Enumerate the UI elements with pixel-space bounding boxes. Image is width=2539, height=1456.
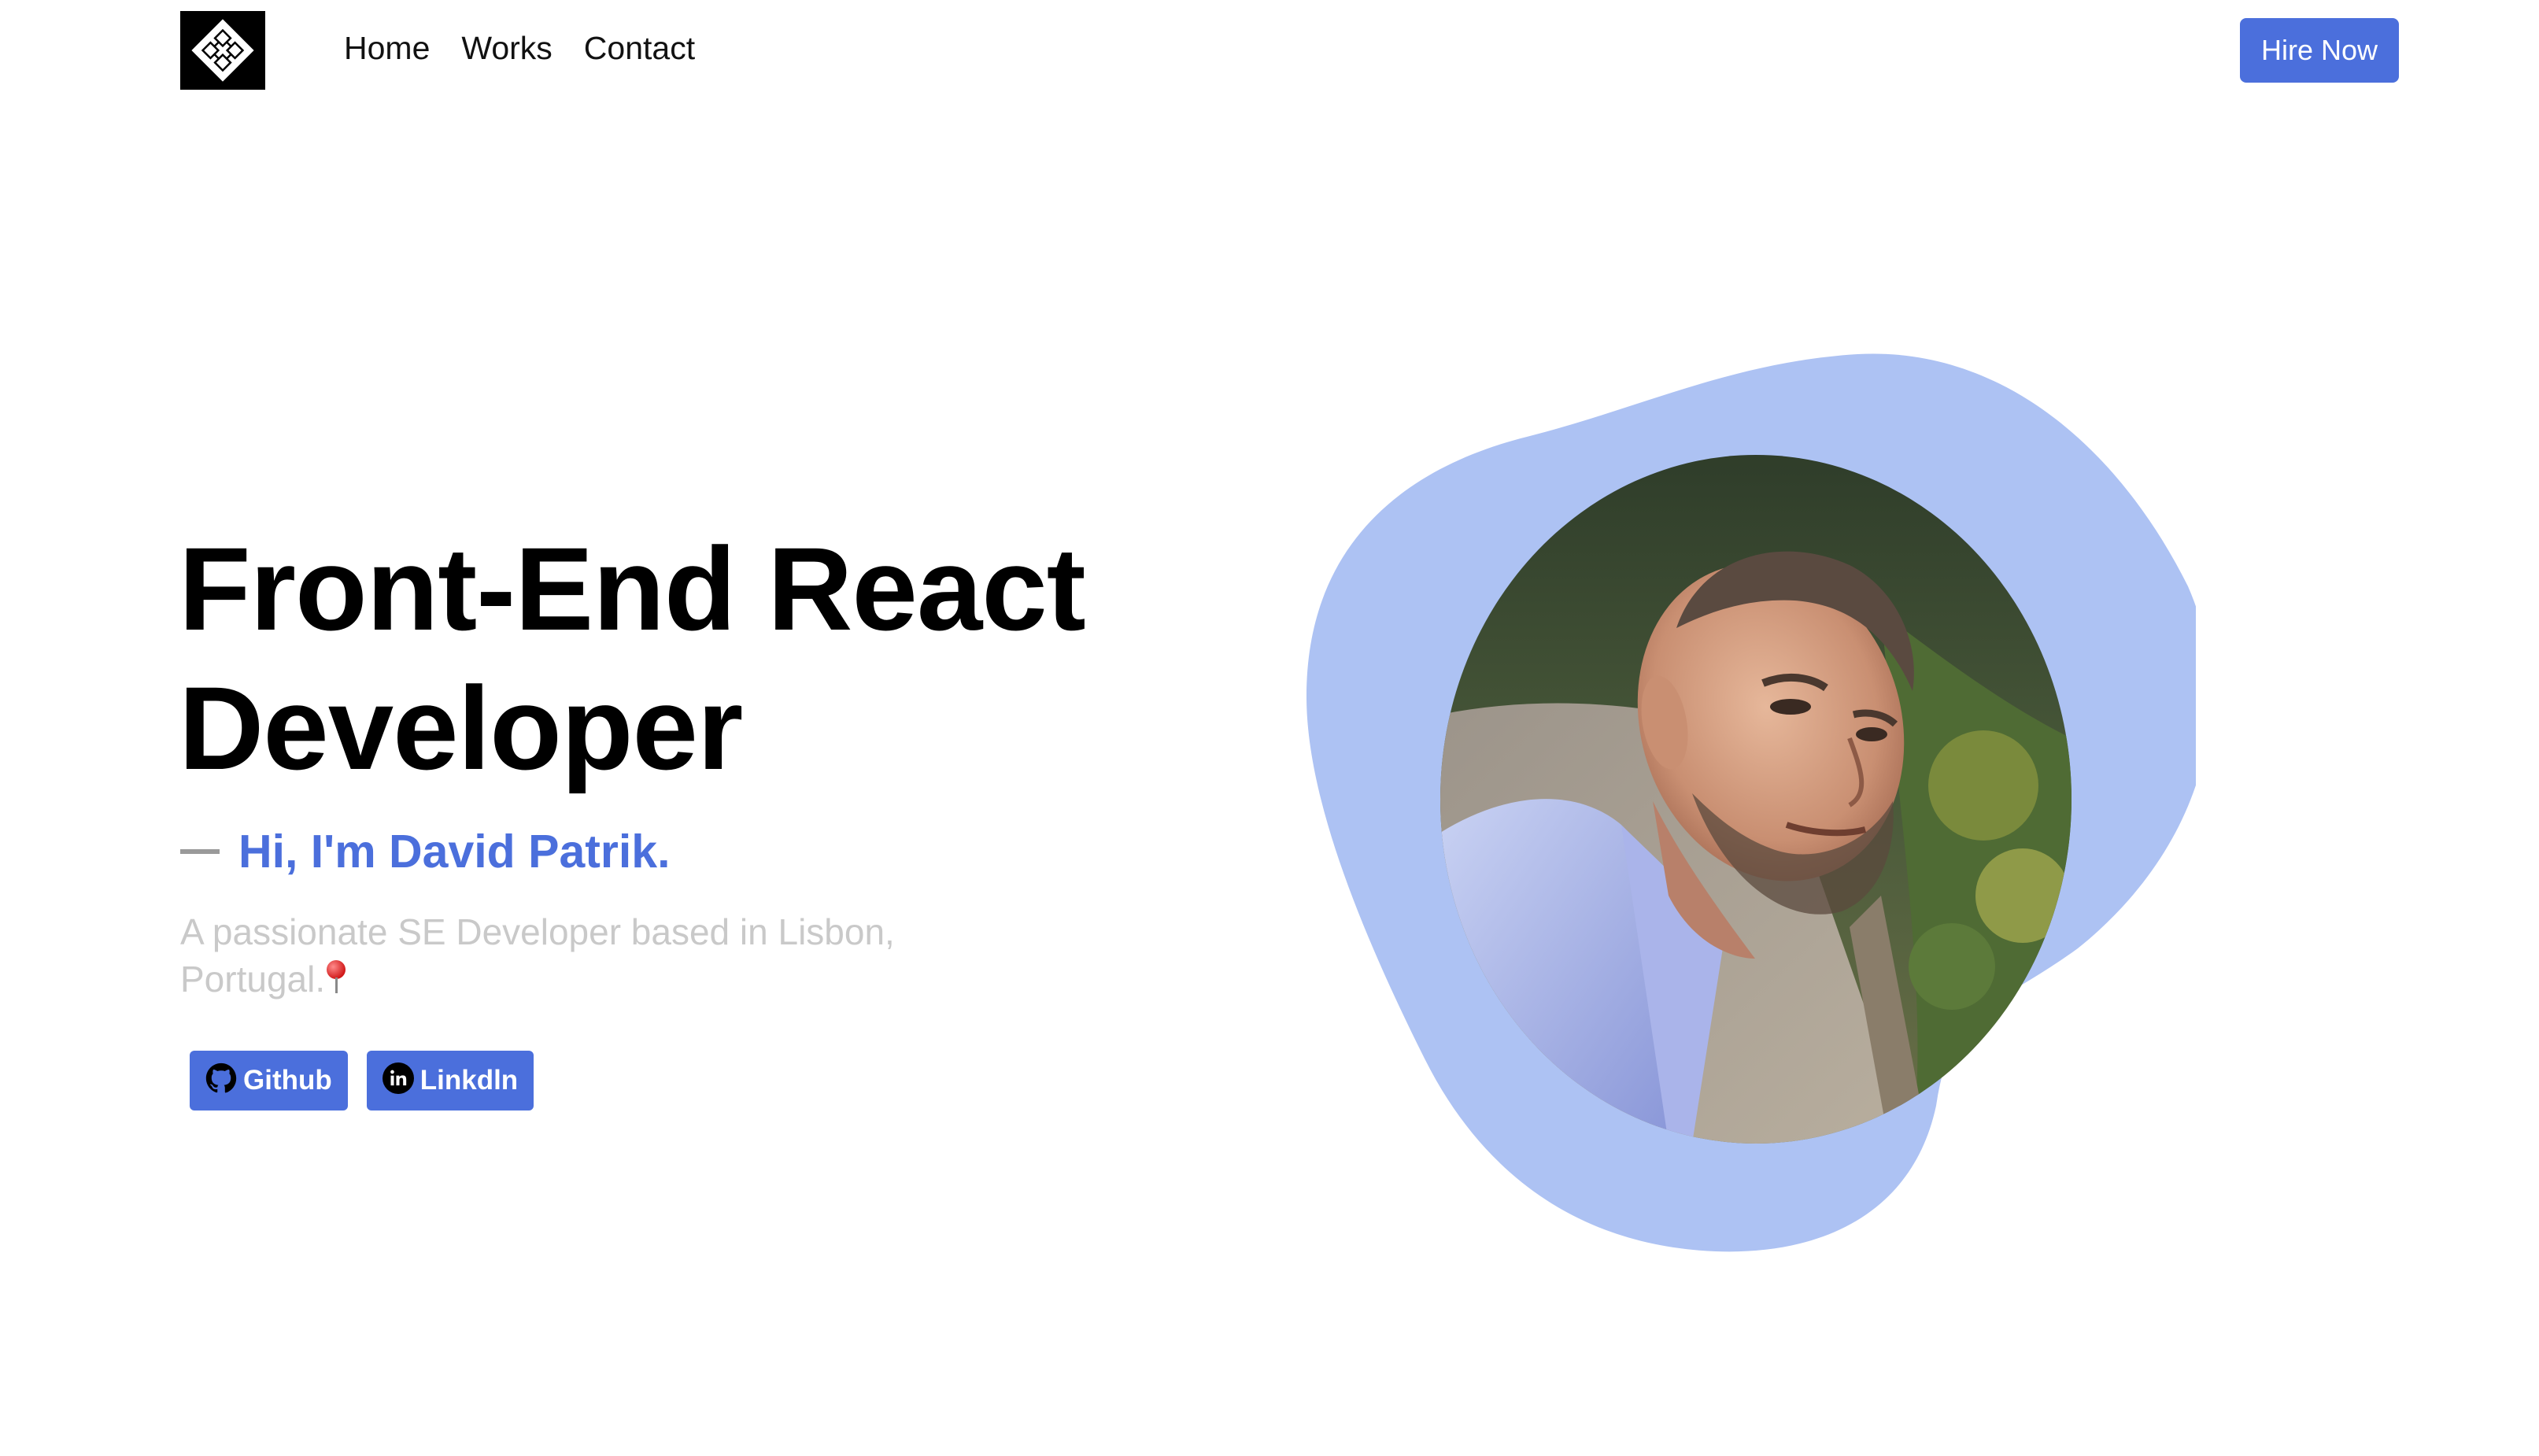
intro-row: Hi, I'm David Patrik. bbox=[180, 825, 671, 878]
hero-description: A passionate SE Developer based in Lisbo… bbox=[180, 908, 967, 1003]
nav-works-link[interactable]: Works bbox=[461, 30, 552, 67]
location-pin-icon bbox=[327, 960, 346, 995]
nav-contact-link[interactable]: Contact bbox=[584, 30, 695, 67]
linkedin-button[interactable]: Linkdln bbox=[366, 1051, 534, 1110]
social-buttons: Github Linkdln bbox=[190, 1051, 534, 1110]
github-button[interactable]: Github bbox=[190, 1051, 348, 1110]
linkedin-icon bbox=[382, 1062, 414, 1094]
hero-headline: Front-End React Developer bbox=[179, 519, 1202, 798]
nav-home-link[interactable]: Home bbox=[344, 30, 430, 67]
headline-line-2: Developer bbox=[179, 662, 743, 794]
page: Home Works Contact Hire Now Front-End Re… bbox=[0, 0, 2539, 1456]
github-label: Github bbox=[243, 1065, 332, 1096]
profile-photo bbox=[1440, 455, 2071, 1144]
hire-now-button[interactable]: Hire Now bbox=[2240, 18, 2399, 83]
github-icon bbox=[205, 1062, 237, 1094]
headline-line-1: Front-End React bbox=[179, 523, 1086, 655]
linkedin-label: Linkdln bbox=[419, 1065, 519, 1096]
logo[interactable] bbox=[180, 11, 265, 90]
main-nav: Home Works Contact bbox=[344, 30, 695, 67]
description-text: A passionate SE Developer based in Lisbo… bbox=[180, 911, 895, 1000]
logo-mark-icon bbox=[191, 19, 254, 82]
intro-text: Hi, I'm David Patrik. bbox=[238, 826, 671, 878]
intro-dash bbox=[180, 849, 220, 854]
profile-photo-illustration bbox=[1440, 455, 2071, 1144]
